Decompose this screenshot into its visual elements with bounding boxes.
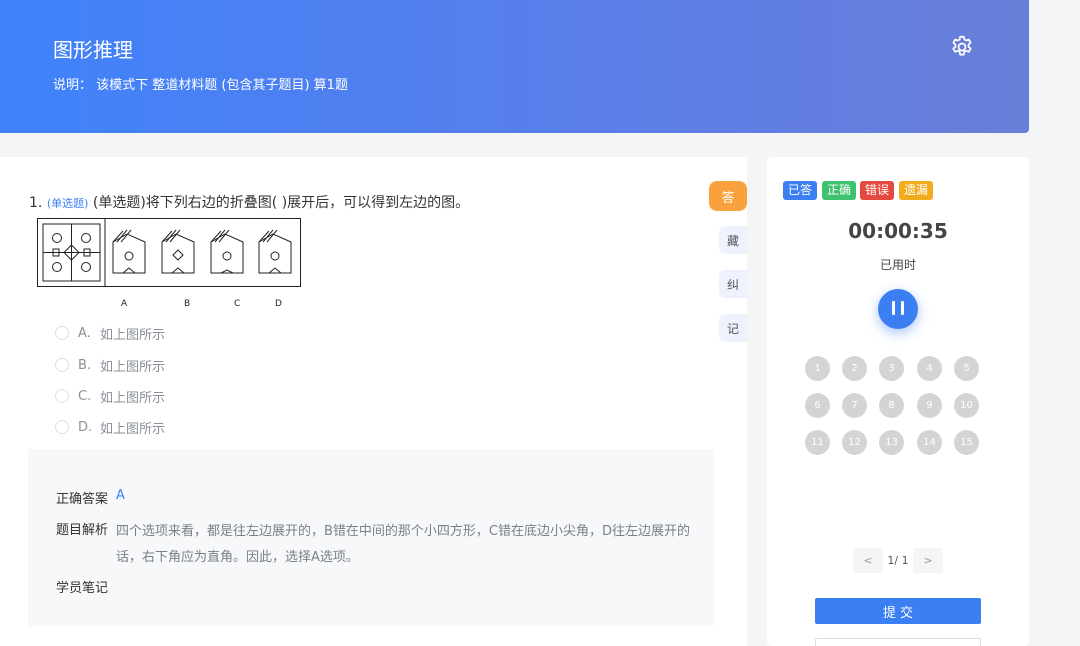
page-indicator: 1/ 1 [887,554,909,567]
option-d[interactable]: D. 如上图所示 [55,417,165,437]
question-number-item[interactable]: 4 [917,356,942,381]
question-number-item[interactable]: 7 [842,393,867,418]
tab-answer[interactable]: 答 [709,181,747,211]
question-number-item[interactable]: 6 [805,393,830,418]
page-header: 图形推理 说明： 该模式下 整道材料题 (包含其子题目) 算1题 [0,0,1029,133]
option-b[interactable]: B. 如上图所示 [55,355,165,375]
question-type-tag: (单选题) [46,197,89,210]
legend-answered: 已答 [783,181,818,200]
legend-wrong: 错误 [860,181,895,200]
question-number-item[interactable]: 9 [917,393,942,418]
question-number-item[interactable]: 11 [805,430,830,455]
figure-label-b: B [184,299,190,309]
question-number-item[interactable]: 12 [842,430,867,455]
tab-note[interactable]: 记 [719,314,747,342]
question-number-item[interactable]: 5 [954,356,979,381]
legend-correct: 正确 [822,181,857,200]
option-c[interactable]: C. 如上图所示 [55,386,165,406]
page-title: 图形推理 [53,38,133,62]
radio-a[interactable] [55,326,69,340]
legend-missed: 遗漏 [899,181,934,200]
prev-page-button[interactable]: < [853,548,883,573]
question-figure: A B C D [37,218,301,309]
analysis-box: 正确答案 A 题目解析 四个选项来看，都是往左边展开的，B错在中间的那个小四方形… [28,449,714,626]
folded-option-a [112,229,146,274]
question-number-item[interactable]: 8 [879,393,904,418]
timer-label: 已用时 [879,258,916,272]
radio-c[interactable] [55,389,69,403]
next-page-button[interactable]: > [913,548,943,573]
question-text: (单选题)将下列右边的折叠图( )展开后，可以得到左边的图。 [92,195,470,211]
answer-label: 正确答案 [56,492,109,507]
question-number-item[interactable]: 15 [954,430,979,455]
pause-button[interactable] [878,289,918,329]
radio-d[interactable] [55,420,69,434]
notes-label: 学员笔记 [56,581,109,596]
explain-text: 四个选项来看，都是往左边展开的，B错在中间的那个小四方形，C错在底边小尖角，D往… [116,524,691,565]
question-number-item[interactable]: 10 [954,393,979,418]
folded-option-b [161,229,195,274]
question-number-item[interactable]: 3 [879,356,904,381]
question-number-item[interactable]: 1 [805,356,830,381]
figure-label-a: A [121,299,128,309]
tab-correction[interactable]: 纠 [719,270,747,298]
question-number: 1. [29,195,43,211]
unfolded-figure [42,223,101,282]
explain-label: 题目解析 [56,523,109,538]
tab-favorite[interactable]: 藏 [719,226,747,254]
question-number-item[interactable]: 14 [917,430,942,455]
mode-description: 说明： 该模式下 整道材料题 (包含其子题目) 算1题 [53,78,348,93]
question-stem: 1. (单选题) (单选题)将下列右边的折叠图( )展开后，可以得到左边的图。 [29,192,469,212]
radio-b[interactable] [55,358,69,372]
pause-icon [889,300,907,319]
elapsed-timer: 00:00:35 [848,219,948,243]
gear-icon[interactable] [949,34,975,60]
question-number-item[interactable]: 2 [842,356,867,381]
question-number-item[interactable]: 13 [879,430,904,455]
figure-label-d: D [275,299,282,309]
figure-label-c: C [234,299,240,309]
folded-option-d [258,229,292,274]
folded-option-c [210,229,244,274]
secondary-button[interactable] [815,638,981,646]
answer-value: A [116,488,125,503]
submit-button[interactable]: 提 交 [815,598,981,624]
option-a[interactable]: A. 如上图所示 [55,323,165,343]
